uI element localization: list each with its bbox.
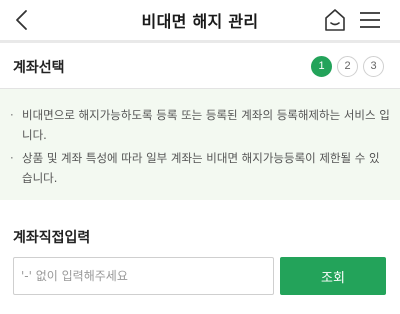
query-button[interactable]: 조회 [280, 257, 386, 295]
notice-box: · 비대면으로 해지가능하도록 등록 또는 등록된 계좌의 등록해제하는 서비스… [0, 89, 400, 200]
home-icon[interactable] [324, 8, 346, 32]
notice-item: · 비대면으로 해지가능하도록 등록 또는 등록된 계좌의 등록해제하는 서비스… [10, 105, 390, 145]
step-1-active: 1 [311, 56, 332, 77]
account-number-input[interactable] [13, 257, 274, 295]
notice-item: · 상품 및 계좌 특성에 따라 일부 계좌는 비대면 해지가능등록이 제한될 … [10, 148, 390, 188]
section-title: 계좌직접입력 [13, 230, 91, 246]
bullet-dot: · [10, 108, 14, 122]
app-header: 비대면 해지 관리 [0, 0, 400, 40]
step-2: 2 [337, 56, 358, 77]
notice-text: 상품 및 계좌 특성에 따라 일부 계좌는 비대면 해지가능등록이 제한될 수 … [22, 151, 380, 185]
hamburger-menu-icon[interactable] [358, 9, 382, 31]
step-indicator-row: 계좌선택 1 2 3 [0, 43, 400, 89]
notice-text: 비대면으로 해지가능하도록 등록 또는 등록된 계좌의 등록해제하는 서비스 입… [22, 108, 390, 142]
step-label: 계좌선택 [13, 60, 65, 76]
bullet-dot: · [10, 151, 14, 165]
step-3: 3 [363, 56, 384, 77]
